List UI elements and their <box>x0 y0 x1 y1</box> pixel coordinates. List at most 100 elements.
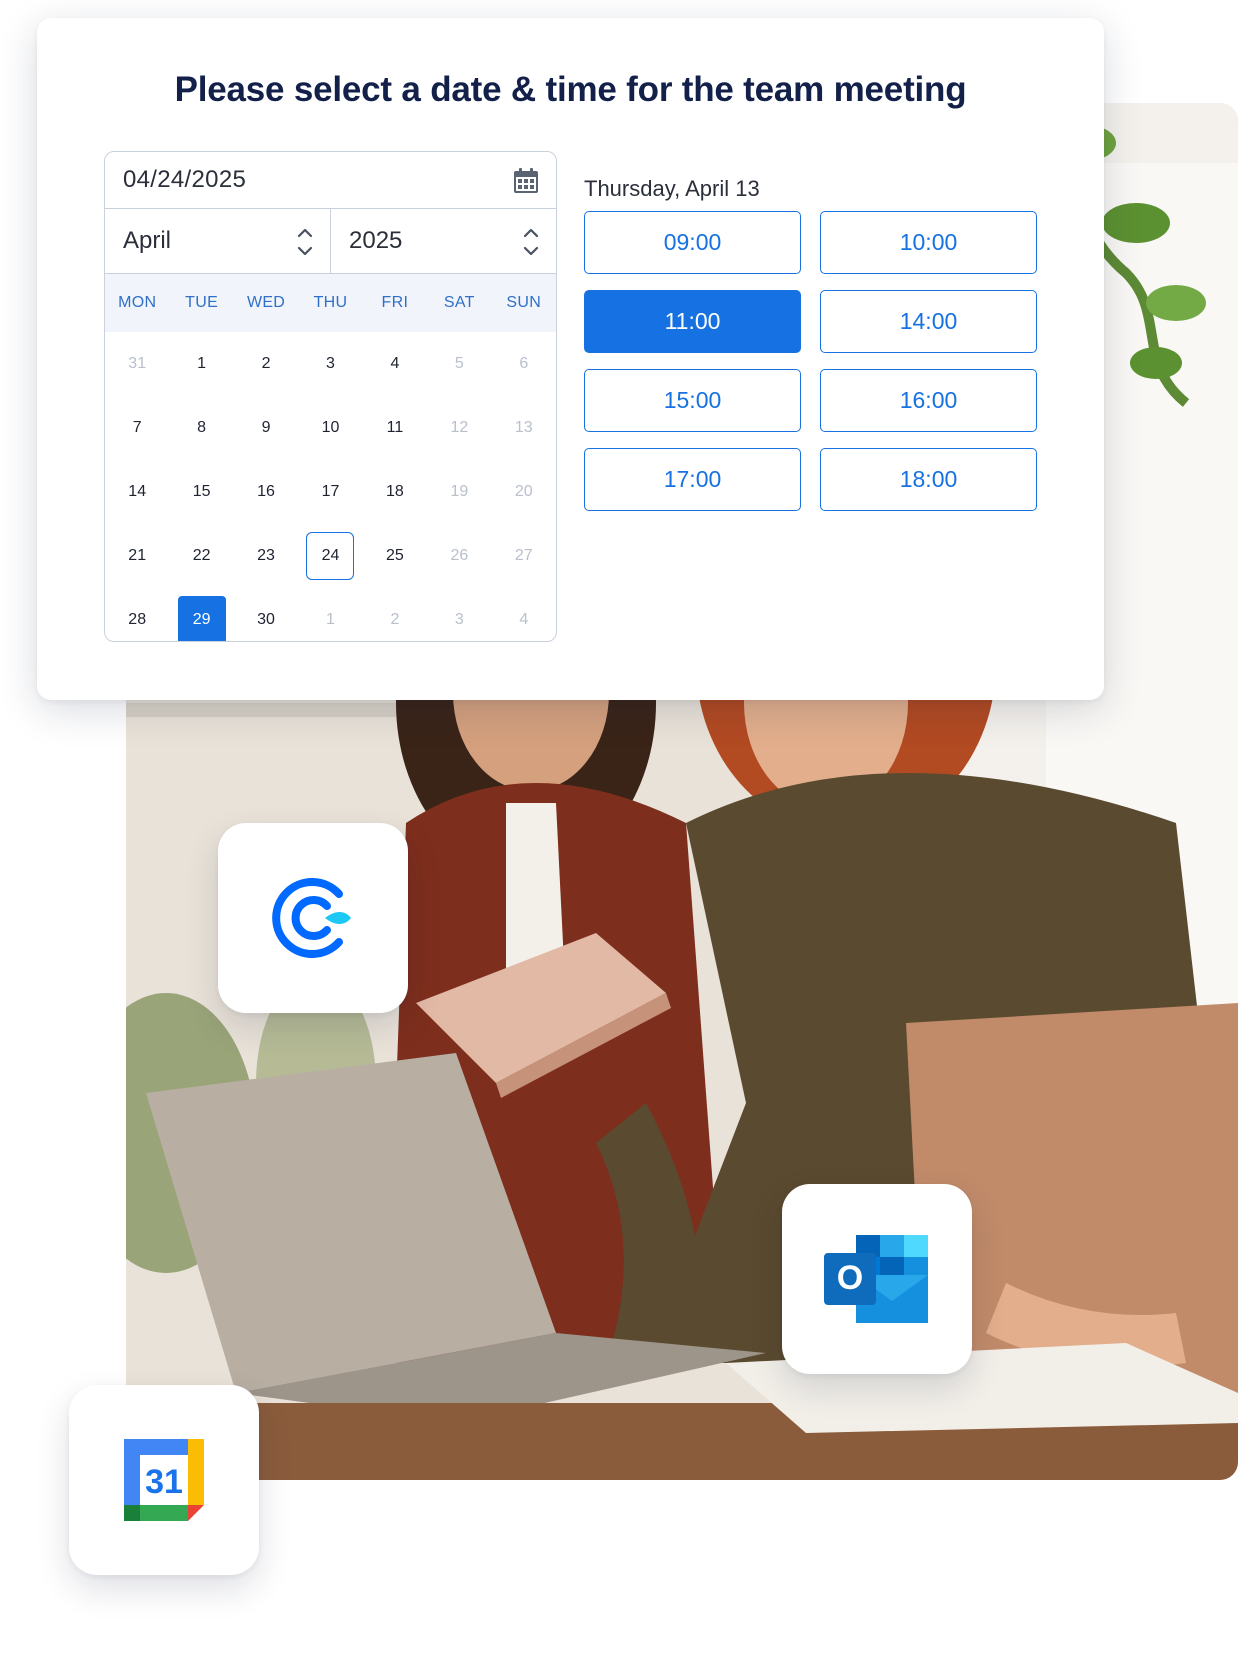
outlook-letter: O <box>837 1259 863 1297</box>
day-cell[interactable]: 22 <box>169 524 233 588</box>
year-select[interactable]: 2025 <box>330 209 556 273</box>
day-cell[interactable]: 9 <box>234 396 298 460</box>
day-cell[interactable]: 19 <box>427 460 491 524</box>
day-cell[interactable]: 13 <box>492 396 556 460</box>
outlook-logo-icon: O <box>824 1235 928 1323</box>
day-cell[interactable]: 3 <box>298 332 362 396</box>
day-label: 26 <box>450 547 469 564</box>
day-label: 28 <box>128 611 147 628</box>
day-cell[interactable]: 31 <box>105 332 169 396</box>
day-cell[interactable]: 23 <box>234 524 298 588</box>
day-label: 3 <box>326 355 335 372</box>
day-label: 3 <box>454 611 464 628</box>
day-cell[interactable]: 4 <box>492 588 556 641</box>
month-year-selects: April 2025 <box>105 209 556 274</box>
month-select-value: April <box>123 227 172 254</box>
day-cell[interactable]: 11 <box>363 396 427 460</box>
day-cell[interactable]: 21 <box>105 524 169 588</box>
day-label: 13 <box>514 419 533 436</box>
day-cell[interactable]: 27 <box>492 524 556 588</box>
time-slot-button[interactable]: 16:00 <box>820 369 1037 432</box>
day-label: 15 <box>192 483 211 500</box>
day-label: 22 <box>192 547 211 564</box>
time-slot-button[interactable]: 18:00 <box>820 448 1037 511</box>
weekday-label: TUE <box>185 294 219 311</box>
day-label: 8 <box>197 419 207 436</box>
scheduler-card: Please select a date & time for the team… <box>37 18 1104 700</box>
weekday-header: MON TUE WED THU FRI SAT SUN <box>105 274 556 332</box>
day-label: 10 <box>321 419 340 436</box>
google-calendar-number: 31 <box>145 1463 183 1501</box>
day-cell[interactable]: 18 <box>363 460 427 524</box>
day-cell[interactable]: 12 <box>427 396 491 460</box>
day-label: 14 <box>128 483 147 500</box>
day-cell[interactable]: 25 <box>363 524 427 588</box>
time-slot-button[interactable]: 14:00 <box>820 290 1037 353</box>
chevron-up-down-icon[interactable] <box>296 224 314 260</box>
day-cell[interactable]: 2 <box>363 588 427 641</box>
day-cell[interactable]: 28 <box>105 588 169 641</box>
month-select[interactable]: April <box>105 209 330 273</box>
day-label: 12 <box>450 419 469 436</box>
day-grid: 31 1 2 3 4 5 6 7 8 9 10 11 12 13 14 15 16 17 18 19 20 21 22 23 2… <box>105 332 556 641</box>
weekday-label: SAT <box>443 294 475 311</box>
day-cell[interactable]: 30 <box>234 588 298 641</box>
day-label: 16 <box>257 483 275 500</box>
day-cell[interactable]: 26 <box>427 524 491 588</box>
weekday-label: THU <box>313 294 348 311</box>
day-label: 25 <box>386 547 404 564</box>
date-picker: 04/24/2025 April 2025 MON TUE WED THU FR… <box>104 151 557 642</box>
year-select-value: 2025 <box>349 227 403 254</box>
calendly-tile[interactable] <box>218 823 408 1013</box>
day-label: 30 <box>257 611 275 628</box>
day-cell[interactable]: 10 <box>298 396 362 460</box>
selected-day-heading: Thursday, April 13 <box>584 176 760 201</box>
weekday-label: MON <box>118 294 157 311</box>
day-label: 11 <box>386 419 404 436</box>
day-label: 6 <box>519 355 529 372</box>
outlook-tile[interactable]: O <box>782 1184 972 1374</box>
chevron-up-down-icon[interactable] <box>522 224 540 260</box>
day-label: 2 <box>390 611 400 628</box>
day-label: 23 <box>257 547 275 564</box>
time-slot-button[interactable]: 09:00 <box>584 211 801 274</box>
card-title: Please select a date & time for the team… <box>174 70 967 109</box>
time-slot-button[interactable]: 17:00 <box>584 448 801 511</box>
day-cell[interactable]: 7 <box>105 396 169 460</box>
day-label: 4 <box>519 611 529 628</box>
google-calendar-logo-icon: 31 <box>124 1439 204 1521</box>
day-label: 5 <box>454 355 464 372</box>
day-cell[interactable]: 14 <box>105 460 169 524</box>
day-label: 29 <box>177 596 226 641</box>
weekday-label: WED <box>246 294 286 311</box>
day-cell-today[interactable]: 24 <box>298 524 362 588</box>
day-cell[interactable]: 1 <box>298 588 362 641</box>
time-slot-button-selected[interactable]: 11:00 <box>584 290 801 353</box>
day-cell[interactable]: 20 <box>492 460 556 524</box>
day-cell[interactable]: 4 <box>363 332 427 396</box>
day-label: 31 <box>128 355 147 372</box>
day-cell[interactable]: 2 <box>234 332 298 396</box>
calendly-logo-icon <box>272 878 351 958</box>
date-field-value: 04/24/2025 <box>123 166 247 193</box>
google-calendar-tile[interactable]: 31 <box>69 1385 259 1575</box>
day-label: 18 <box>386 483 404 500</box>
time-slot-button[interactable]: 10:00 <box>820 211 1037 274</box>
day-cell-selected[interactable]: 29 <box>169 588 233 641</box>
day-cell[interactable]: 8 <box>169 396 233 460</box>
day-cell[interactable]: 15 <box>169 460 233 524</box>
day-label: 1 <box>326 611 335 628</box>
calendar-icon[interactable] <box>513 168 539 194</box>
day-cell[interactable]: 5 <box>427 332 491 396</box>
day-cell[interactable]: 6 <box>492 332 556 396</box>
day-cell[interactable]: 3 <box>427 588 491 641</box>
time-slot-button[interactable]: 15:00 <box>584 369 801 432</box>
day-cell[interactable]: 17 <box>298 460 362 524</box>
day-cell[interactable]: 1 <box>169 332 233 396</box>
time-slot-grid: 09:00 10:00 11:00 14:00 15:00 16:00 17:00 18:00 <box>584 211 1037 511</box>
day-label: 17 <box>321 483 340 500</box>
day-label: 7 <box>132 419 142 436</box>
weekday-label: SUN <box>506 294 542 311</box>
day-cell[interactable]: 16 <box>234 460 298 524</box>
date-field[interactable]: 04/24/2025 <box>105 152 556 209</box>
